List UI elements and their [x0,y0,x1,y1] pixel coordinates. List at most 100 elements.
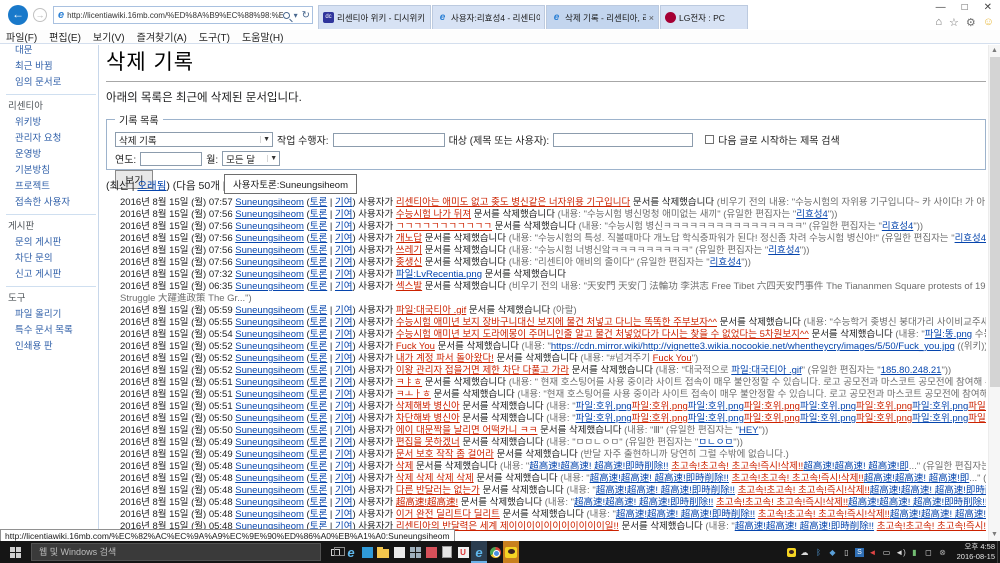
log-red-link[interactable]: 삭제해봐 병신아 [396,401,460,412]
performer-input[interactable] [333,133,445,147]
log-link[interactable]: Suneungsiheom [235,437,304,448]
log-link[interactable]: 리효성4 [955,233,986,244]
browser-tab[interactable]: e삭제 기록 - 리센티아, 리센...× [546,5,659,29]
bluetooth-icon[interactable]: ᛒ [813,548,824,557]
log-link[interactable]: Suneungsiheom [235,353,304,364]
log-red-link[interactable]: 초고속!초고속! 초고속!즉시!삭제!! [671,461,803,472]
menu-item[interactable]: 도움말(H) [242,29,283,44]
log-link[interactable]: 토론 [310,257,327,268]
sidebar-item[interactable]: 인쇄용 판 [6,337,96,353]
log-red-link[interactable]: 파일:호위.png [968,401,986,412]
sidebar-item[interactable]: 문의 게시판 [6,233,96,249]
log-link[interactable]: 토론 [310,305,327,316]
log-link[interactable]: 토론 [310,353,327,364]
log-link[interactable]: 超高速!超高速! 超高速!即時削除!! [574,497,713,508]
log-link[interactable]: 기여 [335,305,352,316]
log-link[interactable]: 파일:호위.png [688,401,744,412]
refresh-icon[interactable]: ↻ [302,10,310,21]
log-red-link[interactable]: ㄱㄱㄱㄱㄱㄱㄱㄱㄱㄱㄱ [396,221,492,232]
log-link[interactable]: 리효성4 [710,257,742,268]
url-dropdown-icon[interactable]: ▾ [294,11,298,20]
log-link[interactable]: Suneungsiheom [235,473,304,484]
log-link[interactable]: 리효성4 [796,209,828,220]
title-prefix-checkbox[interactable] [705,135,714,144]
app-blue-icon[interactable] [359,541,375,563]
log-red-link[interactable]: ㅋㅑㅎ [396,377,422,388]
onedrive-cloud-icon[interactable]: ☁ [799,548,810,557]
menu-item[interactable]: 보기(V) [93,29,125,44]
log-link[interactable]: 기여 [335,353,352,364]
sidebar-item[interactable]: 차단 문의 [6,249,96,265]
chrome-icon[interactable] [487,541,503,563]
log-link[interactable]: 기여 [335,209,352,220]
log-link[interactable]: 기여 [335,329,352,340]
log-link[interactable]: 185.80.248.21 [881,365,942,376]
log-link[interactable]: 기여 [335,269,352,280]
log-link[interactable]: Suneungsiheom [235,389,304,400]
log-link[interactable]: 기여 [335,245,352,256]
log-link[interactable]: Suneungsiheom [235,317,304,328]
settings-gear-icon[interactable]: ⚙ [966,16,976,29]
log-link[interactable]: 기여 [335,197,352,208]
log-link[interactable]: Suneungsiheom [235,233,304,244]
target-input[interactable] [553,133,693,147]
taskbar-search-input[interactable]: 웹 및 Windows 검색 [31,543,321,561]
log-link[interactable]: 파일:호위.png [576,401,632,412]
log-link[interactable]: 토론 [310,389,327,400]
log-red-link[interactable]: 차단해봐 병신아 [396,413,460,424]
log-link[interactable]: 토론 [310,473,327,484]
taskbar-clock[interactable]: 오후 4:58 2016-08-15 [949,542,995,562]
log-red-link[interactable]: 좆생신 [396,257,422,268]
sidebar-item[interactable]: 파일 올리기 [6,305,96,321]
log-link[interactable]: Suneungsiheom [235,461,304,472]
action-center-icon[interactable]: ◻ [923,548,934,557]
log-link[interactable]: 超高速!超高速! 超高速!即 [803,461,909,472]
task-view-icon[interactable] [327,541,343,563]
app-red-icon[interactable] [423,541,439,563]
sidebar-item[interactable]: 운영방 [6,145,96,161]
scroll-down-icon[interactable]: ▼ [989,529,1000,541]
log-link[interactable]: 토론 [310,341,327,352]
back-button[interactable]: ← [8,5,28,25]
log-link[interactable]: Suneungsiheom [235,449,304,460]
log-link[interactable]: 超高速!超高速! 超高速!即時削除!!超高速!超高速! 超高 [890,509,986,520]
log-red-link[interactable]: 超高速!超高速! [396,497,458,508]
browser-tab[interactable]: e사용자:리효성4 - 리센티아, 리... [432,5,545,29]
log-link[interactable]: 파일:호위.png [800,401,856,412]
log-link[interactable]: 토론 [310,509,327,520]
menu-item[interactable]: 편집(E) [49,29,81,44]
battery-green-icon[interactable]: ▮ [909,548,920,557]
sidebar-item[interactable]: 프로젝트 [6,177,96,193]
scroll-up-icon[interactable]: ▲ [989,45,1000,57]
log-link[interactable]: 超高速!超高速! 超高速!即時削除!! [529,461,668,472]
log-red-link[interactable]: 파일:호위.png [632,401,688,412]
kakaotalk-icon[interactable] [503,541,519,563]
month-select[interactable]: 모든 달 ▼ [222,151,280,166]
sidebar-item[interactable]: 대문 [6,45,96,57]
sidebar-item[interactable]: 위키방 [6,113,96,129]
log-link[interactable]: 토론 [310,401,327,412]
log-link[interactable]: 토론 [310,245,327,256]
page-scrollbar[interactable]: ▲ ▼ [988,45,1000,541]
browser-tab[interactable]: LG전자 : PC [660,5,748,29]
log-link[interactable]: Suneungsiheom [235,509,304,520]
log-red-link[interactable]: 리센티아는 애미도 없고 좆도 병신같은 너자위용 기구입니다 [396,197,630,208]
log-link[interactable]: Suneungsiheom [235,197,304,208]
log-link[interactable]: 기여 [335,221,352,232]
log-red-link[interactable]: 다른 반달러는 없는가 [396,485,480,496]
menu-item[interactable]: 즐겨찾기(A) [137,29,187,44]
start-button[interactable] [0,541,30,563]
close-button[interactable]: ✕ [984,2,992,13]
tab-close-icon[interactable]: × [649,13,654,23]
search-icon[interactable] [283,12,290,19]
log-red-link[interactable]: 이거 완전 딜리트다 딜리트 [396,509,500,520]
forward-button[interactable]: → [33,8,47,22]
log-link[interactable]: 토론 [310,197,327,208]
maximize-button[interactable]: □ [962,2,968,13]
log-red-link[interactable]: 파일:호위.png [744,413,800,424]
menu-item[interactable]: 도구(T) [199,29,230,44]
log-link[interactable]: 토론 [310,497,327,508]
log-link[interactable]: 超高速!超高速! 超高速!即時削除!!超高速!超高速! 超高 [870,485,986,496]
log-red-link[interactable]: 수능시험 나가 뒤져 [396,209,471,220]
log-link[interactable]: 토론 [310,209,327,220]
